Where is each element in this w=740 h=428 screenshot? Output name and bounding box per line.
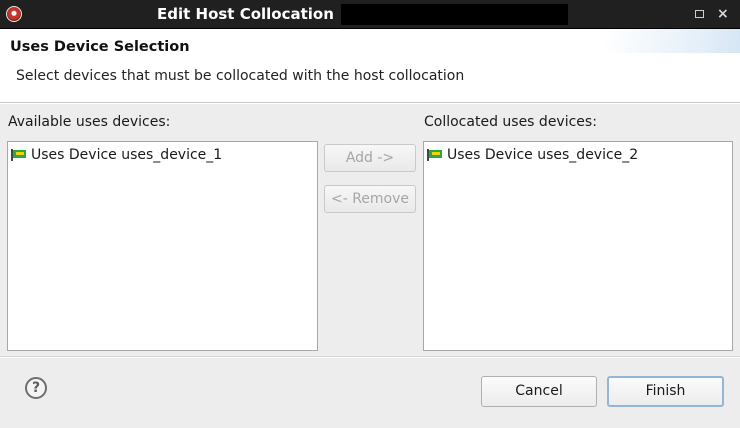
remove-button[interactable]: <- Remove xyxy=(324,185,416,213)
list-item[interactable]: Uses Device uses_device_2 xyxy=(427,146,638,164)
help-button[interactable]: ? xyxy=(25,377,47,399)
dialog-footer: ? Cancel Finish xyxy=(0,358,740,428)
window-title: Edit Host Collocation xyxy=(157,5,334,23)
list-item-label: Uses Device uses_device_1 xyxy=(31,147,223,163)
title-bar[interactable]: Edit Host Collocation × xyxy=(0,0,740,29)
header-gradient xyxy=(560,29,740,53)
list-item-label: Uses Device uses_device_2 xyxy=(447,147,639,163)
maximize-icon xyxy=(695,10,704,18)
app-logo-icon xyxy=(6,6,22,22)
close-icon: × xyxy=(717,6,729,22)
collocated-devices-list[interactable]: Uses Device uses_device_2 xyxy=(423,141,733,351)
page-description: Select devices that must be collocated w… xyxy=(16,68,465,84)
flag-icon xyxy=(427,149,443,161)
available-devices-label: Available uses devices: xyxy=(8,114,171,130)
selection-area: Available uses devices: Collocated uses … xyxy=(0,104,740,357)
cancel-button[interactable]: Cancel xyxy=(481,376,597,407)
finish-button[interactable]: Finish xyxy=(607,376,724,407)
add-button[interactable]: Add -> xyxy=(324,144,416,172)
list-item[interactable]: Uses Device uses_device_1 xyxy=(11,146,222,164)
maximize-button[interactable] xyxy=(695,6,704,22)
flag-icon xyxy=(11,149,27,161)
wizard-header: Uses Device Selection Select devices tha… xyxy=(0,29,740,103)
close-button[interactable]: × xyxy=(717,6,729,22)
collocated-devices-label: Collocated uses devices: xyxy=(424,114,597,130)
available-devices-list[interactable]: Uses Device uses_device_1 xyxy=(7,141,318,351)
page-title: Uses Device Selection xyxy=(10,39,190,55)
help-icon: ? xyxy=(31,380,41,396)
title-bar-redaction xyxy=(341,4,568,25)
